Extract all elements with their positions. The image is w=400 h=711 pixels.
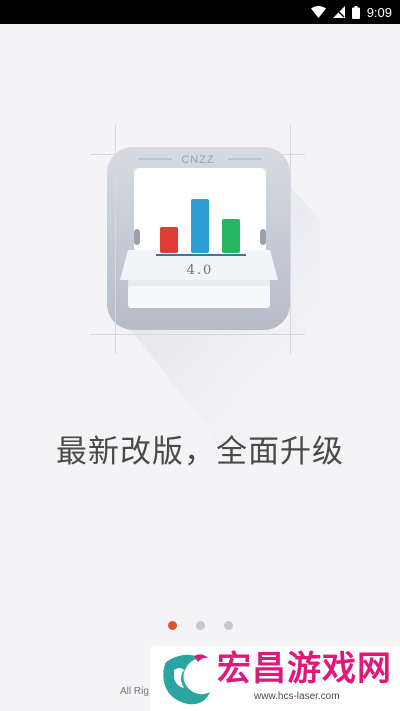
logo-brand: CNZZ xyxy=(181,154,214,166)
page-indicator xyxy=(0,620,400,632)
chart-bar xyxy=(191,199,209,253)
headline: 最新改版，全面升级 xyxy=(56,434,344,470)
guide-line xyxy=(90,154,305,155)
status-bar: 9:09 xyxy=(0,0,400,24)
chart-bar xyxy=(160,227,178,253)
wifi-icon xyxy=(310,6,326,18)
guide-line xyxy=(290,124,291,354)
chart-bar xyxy=(222,219,240,253)
watermark-title: 宏昌游戏网 xyxy=(217,649,392,689)
dragon-logo xyxy=(163,654,210,705)
app-icon: CNZZ 4.0 xyxy=(107,147,360,444)
status-time: 9:09 xyxy=(366,4,392,20)
copyright-text: All Rig xyxy=(120,686,149,697)
guide-line xyxy=(90,334,305,335)
signal-icon xyxy=(332,6,345,18)
splash-screen: CNZZ 4.0 最新改版，全面升级 All Rig xyxy=(0,24,400,711)
page-dot-1[interactable] xyxy=(167,621,177,630)
status-icons: 9:09 xyxy=(310,0,392,24)
guide-line xyxy=(115,124,116,354)
logo-version: 4.0 xyxy=(187,263,214,278)
app-logo: CNZZ 4.0 xyxy=(90,124,360,444)
page-dot-2[interactable] xyxy=(195,621,205,630)
watermark-url: www.hcs-laser.com xyxy=(254,691,340,702)
battery-icon xyxy=(351,5,360,19)
page-stack xyxy=(128,286,270,308)
watermark: 宏昌游戏网 www.hcs-laser.com xyxy=(150,646,400,711)
page-dot-3[interactable] xyxy=(223,621,233,630)
